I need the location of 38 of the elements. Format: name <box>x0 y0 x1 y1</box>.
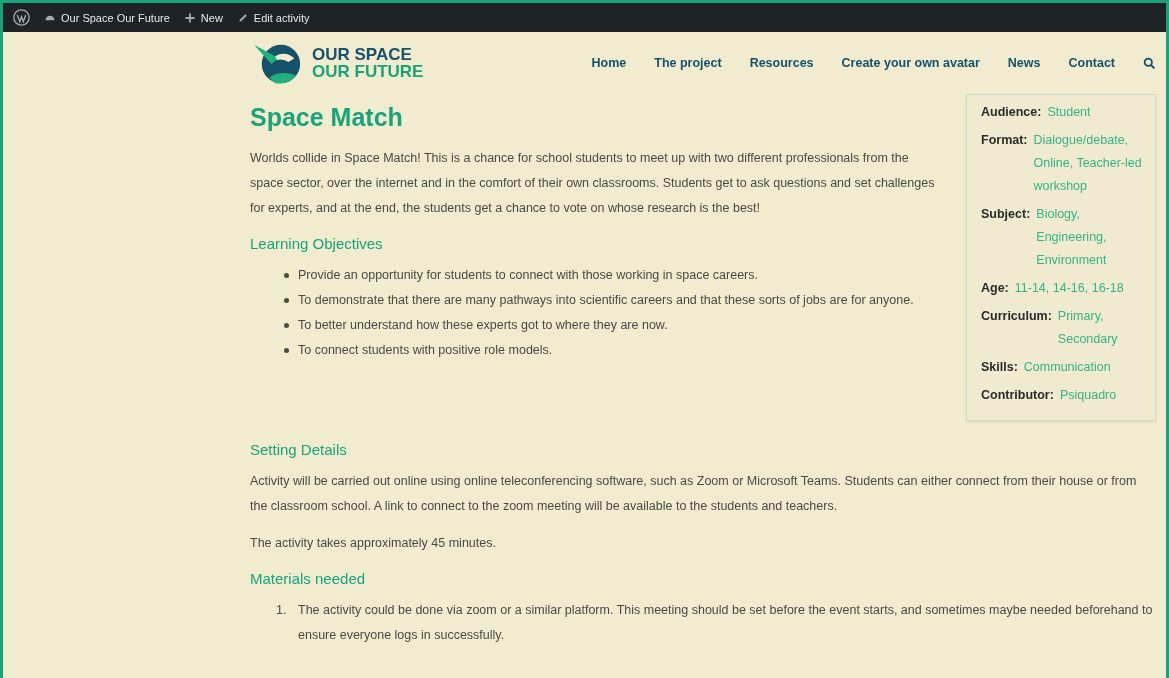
list-item: To demonstrate that there are many pathways into scientific careers and that these sorts of jobs are for anyone. <box>298 292 914 309</box>
detail-label: Subject: <box>981 206 1031 223</box>
pencil-icon <box>236 11 249 24</box>
bullet-icon <box>284 298 289 303</box>
list-item: To better understand how these experts got to where they are now. <box>298 317 668 334</box>
list-item: The activity could be done via zoom or a similar platform. This meeting should be set before the event starts, and sometimes maybe needed beforehand to ensure everyone logs in successfully. <box>298 602 1154 644</box>
nav-link[interactable]: Contact <box>1068 56 1115 70</box>
wordpress-logo-icon[interactable] <box>13 9 30 26</box>
search-icon[interactable] <box>1143 56 1156 70</box>
intro-paragraph: Worlds collide in Space Match! This is a chance for school students to meet up with two different professionals from the space sector, over the internet and in the comfort of their own classrooms. Students get to ask questions and set challenges for experts, and at the end, the students get a chance to vote on whose research is the best! <box>250 150 936 217</box>
section-heading: Setting Details <box>250 440 348 460</box>
nav-link[interactable]: Create your own avatar <box>841 56 980 70</box>
bullet-icon <box>284 348 289 353</box>
detail-label: Audience: <box>981 104 1042 121</box>
nav-link[interactable]: News <box>1007 56 1041 70</box>
detail-label: Curriculum: <box>981 308 1052 325</box>
item-number: 1. <box>276 602 288 619</box>
nav-link[interactable]: Home <box>591 56 627 70</box>
paragraph: Activity will be carried out online using online teleconferencing software, such as Zoom or Microsoft Teams. Students can either connect from their house or from the classroom school. A link to connect to the zoom meeting will be available to the students and teachers. <box>250 473 1138 515</box>
site-logo[interactable]: OUR SPACE OUR FUTURE <box>250 39 424 87</box>
new-link[interactable]: New <box>183 11 223 24</box>
paragraph: The activity takes approximately 45 minutes. <box>250 535 497 552</box>
bullet-icon <box>284 323 289 328</box>
detail-label: Age: <box>981 280 1009 297</box>
detail-label: Contributor: <box>981 387 1054 404</box>
list-item: Provide an opportunity for students to connect with those working in space careers. <box>298 267 758 284</box>
edit-link[interactable]: Edit activity <box>236 11 310 24</box>
detail-label: Skills: <box>981 359 1018 376</box>
plus-icon <box>183 11 196 24</box>
section-heading: Materials needed <box>250 569 367 589</box>
detail-label: Format: <box>981 132 1028 149</box>
section-heading: Learning Objectives <box>250 234 384 254</box>
list-item: To connect students with positive role models. <box>298 342 553 359</box>
site-name-link[interactable]: Our Space Our Future <box>44 11 170 24</box>
nav-link[interactable]: Resources <box>749 56 814 70</box>
nav-link[interactable]: The project <box>654 56 722 70</box>
page-title: Space Match <box>250 102 404 132</box>
bullet-icon <box>284 273 289 278</box>
